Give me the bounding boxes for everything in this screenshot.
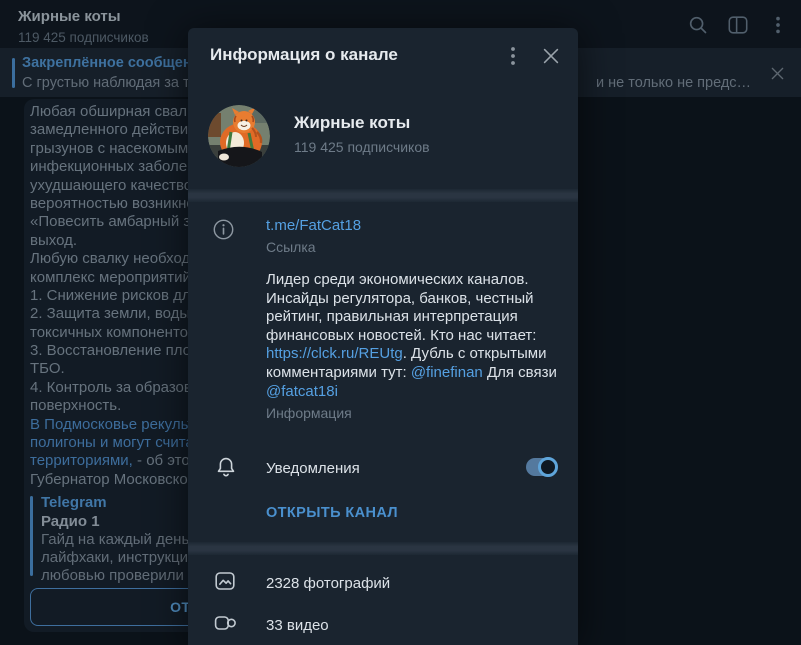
message-link[interactable]: В Подмосковье рекульти	[30, 416, 202, 433]
quote-accent-bar	[30, 496, 33, 576]
pinned-preview-left: С грустью наблюдая за тем	[22, 75, 208, 91]
description-line: Инсайды регулятора, банков, честный	[266, 290, 566, 309]
description-label: Информация	[266, 405, 352, 421]
message-text: 1. Снижение рисков для ч	[30, 287, 211, 304]
description-line: Лидер среди экономических каналов.	[266, 271, 566, 290]
chat-subscribers: 119 425 подписчиков	[18, 30, 149, 45]
bell-icon	[214, 455, 238, 481]
channel-name: Жирные коты	[294, 113, 410, 133]
channel-subscribers: 119 425 подписчиков	[294, 139, 430, 155]
channel-info-modal: Информация о канале	[188, 28, 578, 645]
pinned-close-icon[interactable]	[768, 64, 787, 83]
cat-avatar	[208, 105, 270, 167]
toggle-knob	[538, 457, 558, 477]
channel-link[interactable]: t.me/FatCat18	[266, 217, 361, 234]
chat-title: Жирные коты	[18, 8, 121, 25]
quote-source[interactable]: Telegram	[41, 494, 107, 511]
photo-icon	[213, 569, 237, 593]
menu-kebab-icon[interactable]	[767, 14, 789, 36]
message-text: инфекционных заболева	[30, 158, 203, 175]
notifications-toggle[interactable]	[526, 458, 556, 476]
message-text: комплекс мероприятий и	[30, 269, 203, 286]
channel-avatar[interactable]	[208, 105, 270, 167]
modal-menu-kebab-icon[interactable]	[503, 45, 523, 67]
quote-text: Гайд на каждый день. Нлайфхаки, инструкц…	[41, 531, 191, 586]
description-text: рейтинг, правильная интерпретация	[266, 308, 518, 325]
sidebar-toggle-icon[interactable]	[727, 14, 749, 36]
description-text: Лидер среди экономических каналов.	[266, 271, 529, 288]
quote-line: Гайд на каждый день. Н	[41, 531, 191, 549]
video-icon	[213, 611, 237, 635]
description-text: Инсайды регулятора, банков, честный	[266, 290, 533, 307]
message-text: Любая обширная свалка	[30, 103, 202, 120]
section-divider	[188, 542, 578, 555]
search-icon[interactable]	[687, 14, 709, 36]
message-text: ТБО.	[30, 360, 65, 377]
description-link[interactable]: @finefinan	[411, 364, 483, 381]
message-text: токсичных компонентов.	[30, 324, 200, 341]
message-text: грызунов с насекомыми	[30, 140, 197, 157]
description-link[interactable]: @fatcat18i	[266, 383, 338, 400]
message-text: 2. Защита земли, воды и	[30, 305, 203, 322]
description-text: . Дубль с открытыми	[403, 345, 547, 362]
message-text: Губернатор Московской	[30, 471, 196, 488]
modal-close-icon[interactable]	[540, 45, 562, 67]
notifications-label: Уведомления	[266, 460, 360, 477]
open-channel-button[interactable]: ОТКРЫТЬ КАНАЛ	[266, 505, 398, 521]
message-text: Любую свалку необходим	[30, 250, 209, 267]
pinned-accent-bar	[12, 58, 15, 88]
message-text: 4. Контроль за образова	[30, 379, 200, 396]
channel-link-label: Ссылка	[266, 239, 316, 255]
description-text: Для связи	[483, 364, 557, 381]
description-line: @fatcat18i	[266, 383, 566, 402]
quote-line: любовью проверили и т	[41, 567, 191, 585]
message-text: «Повесить амбарный зам	[30, 213, 209, 230]
message-text: замедленного действия»,	[30, 121, 209, 138]
telegram-window: Жирные коты 119 425 подписчиков Закреплё…	[0, 0, 801, 645]
info-icon	[212, 218, 235, 241]
description-line: https://clck.ru/REUtg. Дубль с открытыми	[266, 345, 566, 364]
section-divider	[188, 189, 578, 202]
quote-title: Радио 1	[41, 513, 100, 530]
message-text: ухудшающего качество в	[30, 177, 204, 194]
videos-count-row[interactable]: 33 видео	[266, 617, 329, 634]
pinned-label: Закреплённое сообщение	[22, 55, 209, 71]
message-text: поверхность.	[30, 397, 121, 414]
message-text: 3. Восстановление плодо	[30, 342, 208, 359]
message-link[interactable]: полигоны и могут считат	[30, 434, 200, 451]
quote-line: лайфхаки, инструкции.	[41, 549, 191, 567]
description-line: финансовых новостей. Кто нас читает:	[266, 327, 566, 346]
description-text: финансовых новостей. Кто нас читает:	[266, 327, 536, 344]
description-line: рейтинг, правильная интерпретация	[266, 308, 566, 327]
message-text: вероятностью возникнов	[30, 195, 203, 212]
modal-title: Информация о канале	[210, 45, 398, 65]
description-text: комментариями тут:	[266, 364, 411, 381]
message-text: выход.	[30, 232, 77, 249]
message-link[interactable]: территориями,	[30, 452, 133, 469]
photos-count-row[interactable]: 2328 фотографий	[266, 575, 390, 592]
pinned-preview-right: и не только не предс…	[596, 75, 756, 91]
description-link[interactable]: https://clck.ru/REUtg	[266, 345, 403, 362]
channel-description: Лидер среди экономических каналов. Инсайд…	[266, 271, 566, 401]
description-line: комментариями тут: @finefinan Для связи	[266, 364, 566, 383]
